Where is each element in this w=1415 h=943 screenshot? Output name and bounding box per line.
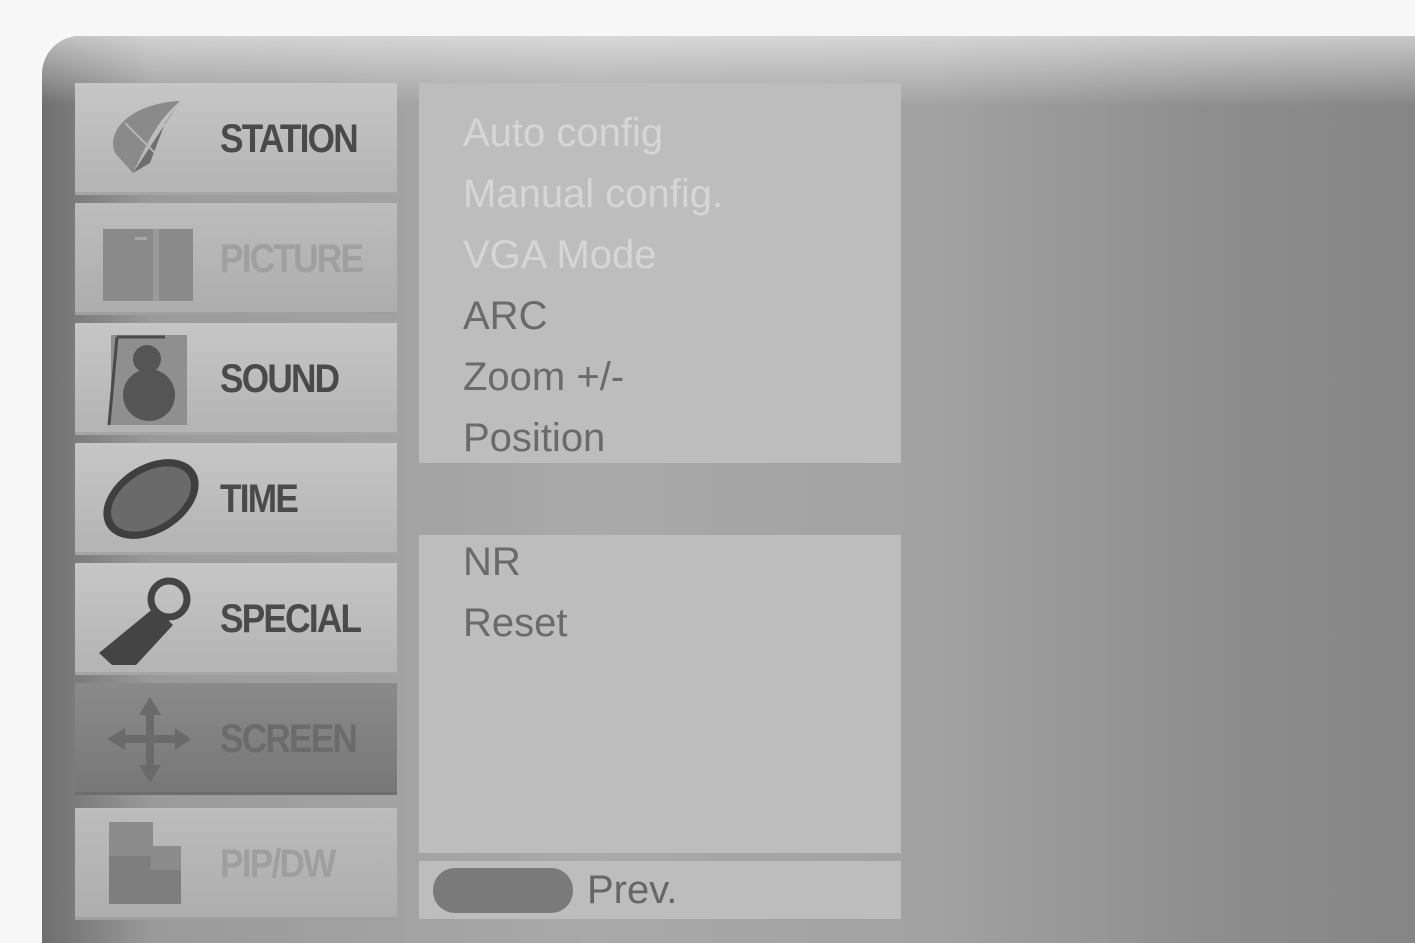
osd-menu-panel: STATION PICTURE SOUND TIME SPECIAL SCREE…: [42, 36, 1415, 943]
submenu-item-zoom[interactable]: Zoom +/-: [463, 347, 624, 408]
submenu-item-nr[interactable]: NR: [463, 532, 521, 593]
picture-monitor-icon: [103, 229, 193, 301]
prev-label: Prev.: [587, 868, 678, 912]
menu-item-time[interactable]: TIME: [75, 443, 397, 555]
submenu-item-vga-mode[interactable]: VGA Mode: [463, 225, 656, 286]
menu-label-pip-dw: PIP/DW: [220, 842, 336, 886]
menu-item-station[interactable]: STATION: [75, 83, 397, 195]
menu-item-sound[interactable]: SOUND: [75, 323, 397, 435]
clock-disc-icon: [103, 459, 199, 539]
menu-label-time: TIME: [220, 477, 299, 521]
menu-item-special[interactable]: SPECIAL: [75, 563, 397, 675]
menu-item-picture[interactable]: PICTURE: [75, 203, 397, 315]
menu-label-screen: SCREEN: [220, 717, 358, 761]
submenu-item-position[interactable]: Position: [463, 408, 605, 469]
menu-button-icon[interactable]: [433, 868, 573, 913]
submenu-item-auto-config[interactable]: Auto config: [463, 103, 663, 164]
pip-windows-icon: [109, 822, 181, 904]
menu-label-picture: PICTURE: [220, 237, 364, 281]
satellite-dish-icon: [113, 101, 180, 173]
menu-label-station: STATION: [220, 117, 359, 161]
submenu-item-reset[interactable]: Reset: [463, 593, 568, 654]
submenu-item-arc[interactable]: ARC: [463, 286, 547, 347]
menu-label-sound: SOUND: [220, 357, 340, 401]
submenu-screen: Auto config Manual config. VGA Mode ARC …: [419, 83, 901, 463]
submenu-screen-lower: NR Reset: [419, 535, 901, 853]
tag-icon: [99, 577, 191, 665]
menu-item-pip-dw[interactable]: PIP/DW: [75, 808, 397, 920]
move-arrows-icon: [107, 697, 191, 783]
submenu-item-manual-config[interactable]: Manual config.: [463, 164, 723, 225]
menu-item-screen[interactable]: SCREEN: [75, 683, 397, 795]
submenu-footer: Prev.: [419, 861, 901, 919]
menu-label-special: SPECIAL: [220, 597, 362, 641]
speaker-icon: [107, 335, 187, 425]
